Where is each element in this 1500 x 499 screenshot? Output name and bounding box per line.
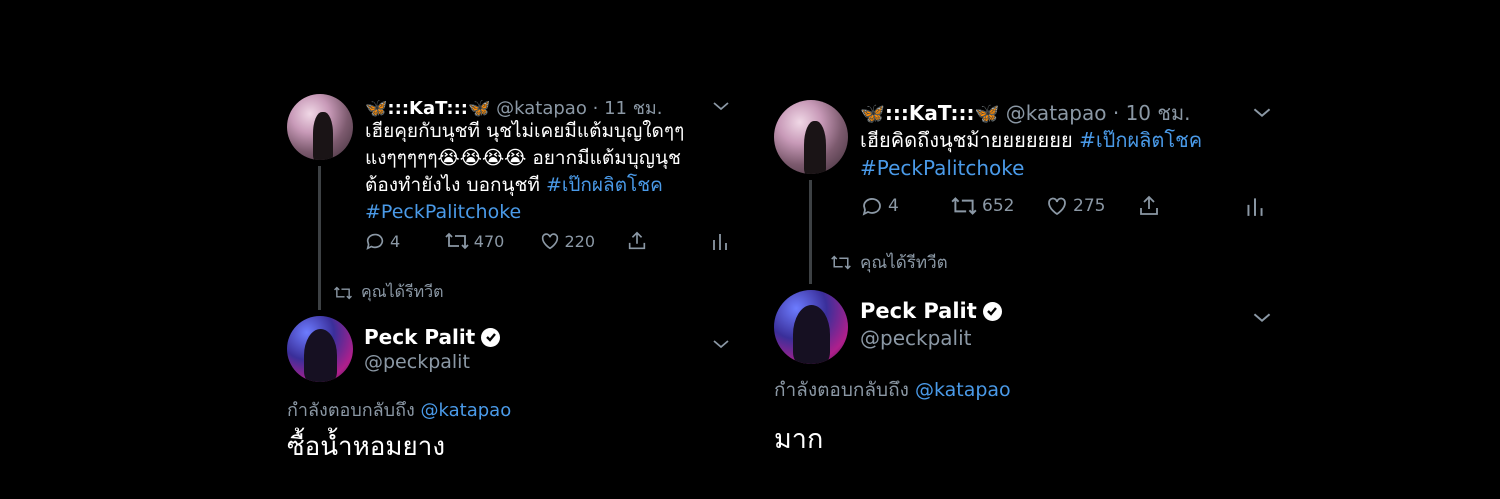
timestamp[interactable]: 10 ชม. (1126, 101, 1191, 125)
separator-dot: · (592, 98, 599, 119)
tweet-text-line: เฮียคิดถึงนุชม้ายยยยยยย (860, 128, 1080, 152)
analytics-icon (713, 234, 727, 250)
reply-handle[interactable]: @peckpalit (364, 351, 470, 373)
hashtag-link[interactable]: #PeckPalitchoke (860, 154, 1260, 182)
thread-line (809, 180, 812, 284)
chevron-down-icon[interactable] (1252, 104, 1272, 123)
retweet-icon (951, 197, 977, 215)
display-name[interactable]: :::KaT::: (885, 101, 975, 125)
analytics-icon (1247, 198, 1263, 216)
share-icon (629, 231, 646, 250)
like-count: 220 (564, 231, 596, 251)
butterfly-icon: 🦋 (974, 101, 1000, 125)
retweet-icon (334, 286, 352, 299)
thread-line (318, 166, 321, 310)
avatar-peckpalit[interactable] (287, 316, 353, 382)
reply-text: มาก (774, 424, 824, 455)
verified-badge-icon (481, 327, 501, 347)
tweet-thread-right: 🦋:::KaT:::🦋 @katapao · 10 ชม. เฮียคิดถึง… (774, 0, 1274, 499)
butterfly-icon: 🦋 (365, 98, 388, 119)
share-button[interactable] (1137, 194, 1245, 218)
reply-count: 4 (888, 196, 899, 216)
reply-count: 4 (390, 231, 401, 251)
handle[interactable]: @katapao (496, 98, 587, 119)
retweet-count: 652 (982, 196, 1015, 216)
tweet-text: เฮียคิดถึงนุชม้ายยยยยยย #เป๊กผลิตโชค #Pe… (860, 126, 1260, 182)
mention-link[interactable]: @katapao (421, 400, 512, 421)
reply-icon (862, 198, 881, 216)
retweet-icon (831, 255, 851, 270)
verified-badge-icon (982, 301, 1002, 321)
heart-icon (1048, 197, 1066, 216)
reply-button[interactable]: 4 (860, 194, 950, 218)
replying-to: กำลังตอบกลับถึง @katapao (287, 395, 511, 424)
tweet-thread-left: 🦋:::KaT:::🦋 @katapao · 11 ชม. เฮียคุยกับ… (287, 0, 737, 499)
tweet-text: เฮียคุยกับนุชที นุชไม่เคยมีแต้มบุญใดๆๆ แ… (365, 118, 725, 226)
retweet-icon (445, 232, 469, 250)
reply-display-name[interactable]: Peck Palit (860, 299, 1002, 323)
avatar-katapao[interactable] (774, 100, 848, 174)
like-count: 275 (1073, 196, 1106, 216)
retweeted-label: คุณได้รีทวีต (361, 282, 444, 301)
like-button[interactable]: 220 (539, 230, 627, 252)
tweet-actions: 4 470 220 (364, 230, 729, 252)
share-button[interactable] (626, 230, 711, 252)
reply-text: ซื้อน้ำหอมยาง (287, 432, 446, 462)
tweet-text-line: ต้องทำยังไง บอกนุชที (365, 174, 546, 196)
display-name[interactable]: :::KaT::: (387, 98, 468, 119)
tweet-text-line: แงๆๆๆๆๆ😭😭😭😭 อยากมีแต้มบุญนุช (365, 147, 681, 169)
timestamp[interactable]: 11 ชม. (604, 98, 662, 119)
handle[interactable]: @katapao (1006, 101, 1107, 125)
avatar-katapao[interactable] (287, 94, 353, 160)
replying-to: กำลังตอบกลับถึง @katapao (774, 375, 1011, 405)
reply-handle[interactable]: @peckpalit (860, 326, 971, 350)
butterfly-icon: 🦋 (468, 98, 491, 119)
like-button[interactable]: 275 (1045, 194, 1137, 218)
tweet-text-line: เฮียคุยกับนุชที นุชไม่เคยมีแต้มบุญใดๆๆ (365, 120, 685, 142)
mention-link[interactable]: @katapao (915, 379, 1011, 401)
retweet-count: 470 (473, 231, 505, 251)
chevron-down-icon[interactable] (1252, 309, 1272, 328)
retweet-button[interactable]: 652 (950, 194, 1045, 218)
avatar-peckpalit[interactable] (774, 290, 848, 364)
analytics-button[interactable] (711, 230, 729, 252)
reply-display-name[interactable]: Peck Palit (364, 325, 501, 349)
chevron-down-icon[interactable] (712, 335, 730, 354)
replying-to-label: กำลังตอบกลับถึง (287, 400, 415, 421)
hashtag-link[interactable]: #เป๊กผลิตโชค (546, 174, 663, 196)
display-name[interactable]: Peck Palit (364, 325, 475, 349)
tweet-header: 🦋:::KaT:::🦋 @katapao · 10 ชม. (860, 97, 1190, 129)
tweet-actions: 4 652 275 (860, 194, 1270, 218)
retweeted-indicator: คุณได้รีทวีต (830, 249, 948, 276)
hashtag-link[interactable]: #PeckPalitchoke (365, 199, 725, 226)
analytics-button[interactable] (1245, 194, 1265, 218)
reply-button[interactable]: 4 (364, 230, 444, 252)
separator-dot: · (1112, 101, 1120, 125)
heart-icon (541, 233, 558, 250)
replying-to-label: กำลังตอบกลับถึง (774, 379, 909, 401)
retweet-button[interactable]: 470 (444, 230, 539, 252)
display-name[interactable]: Peck Palit (860, 299, 977, 323)
retweeted-indicator: คุณได้รีทวีต (333, 280, 444, 305)
chevron-down-icon[interactable] (712, 97, 730, 116)
butterfly-icon: 🦋 (860, 101, 885, 125)
retweeted-label: คุณได้รีทวีต (860, 253, 948, 273)
share-icon (1140, 195, 1158, 215)
reply-icon (366, 233, 384, 250)
hashtag-link[interactable]: #เป๊กผลิตโชค (1079, 128, 1202, 152)
